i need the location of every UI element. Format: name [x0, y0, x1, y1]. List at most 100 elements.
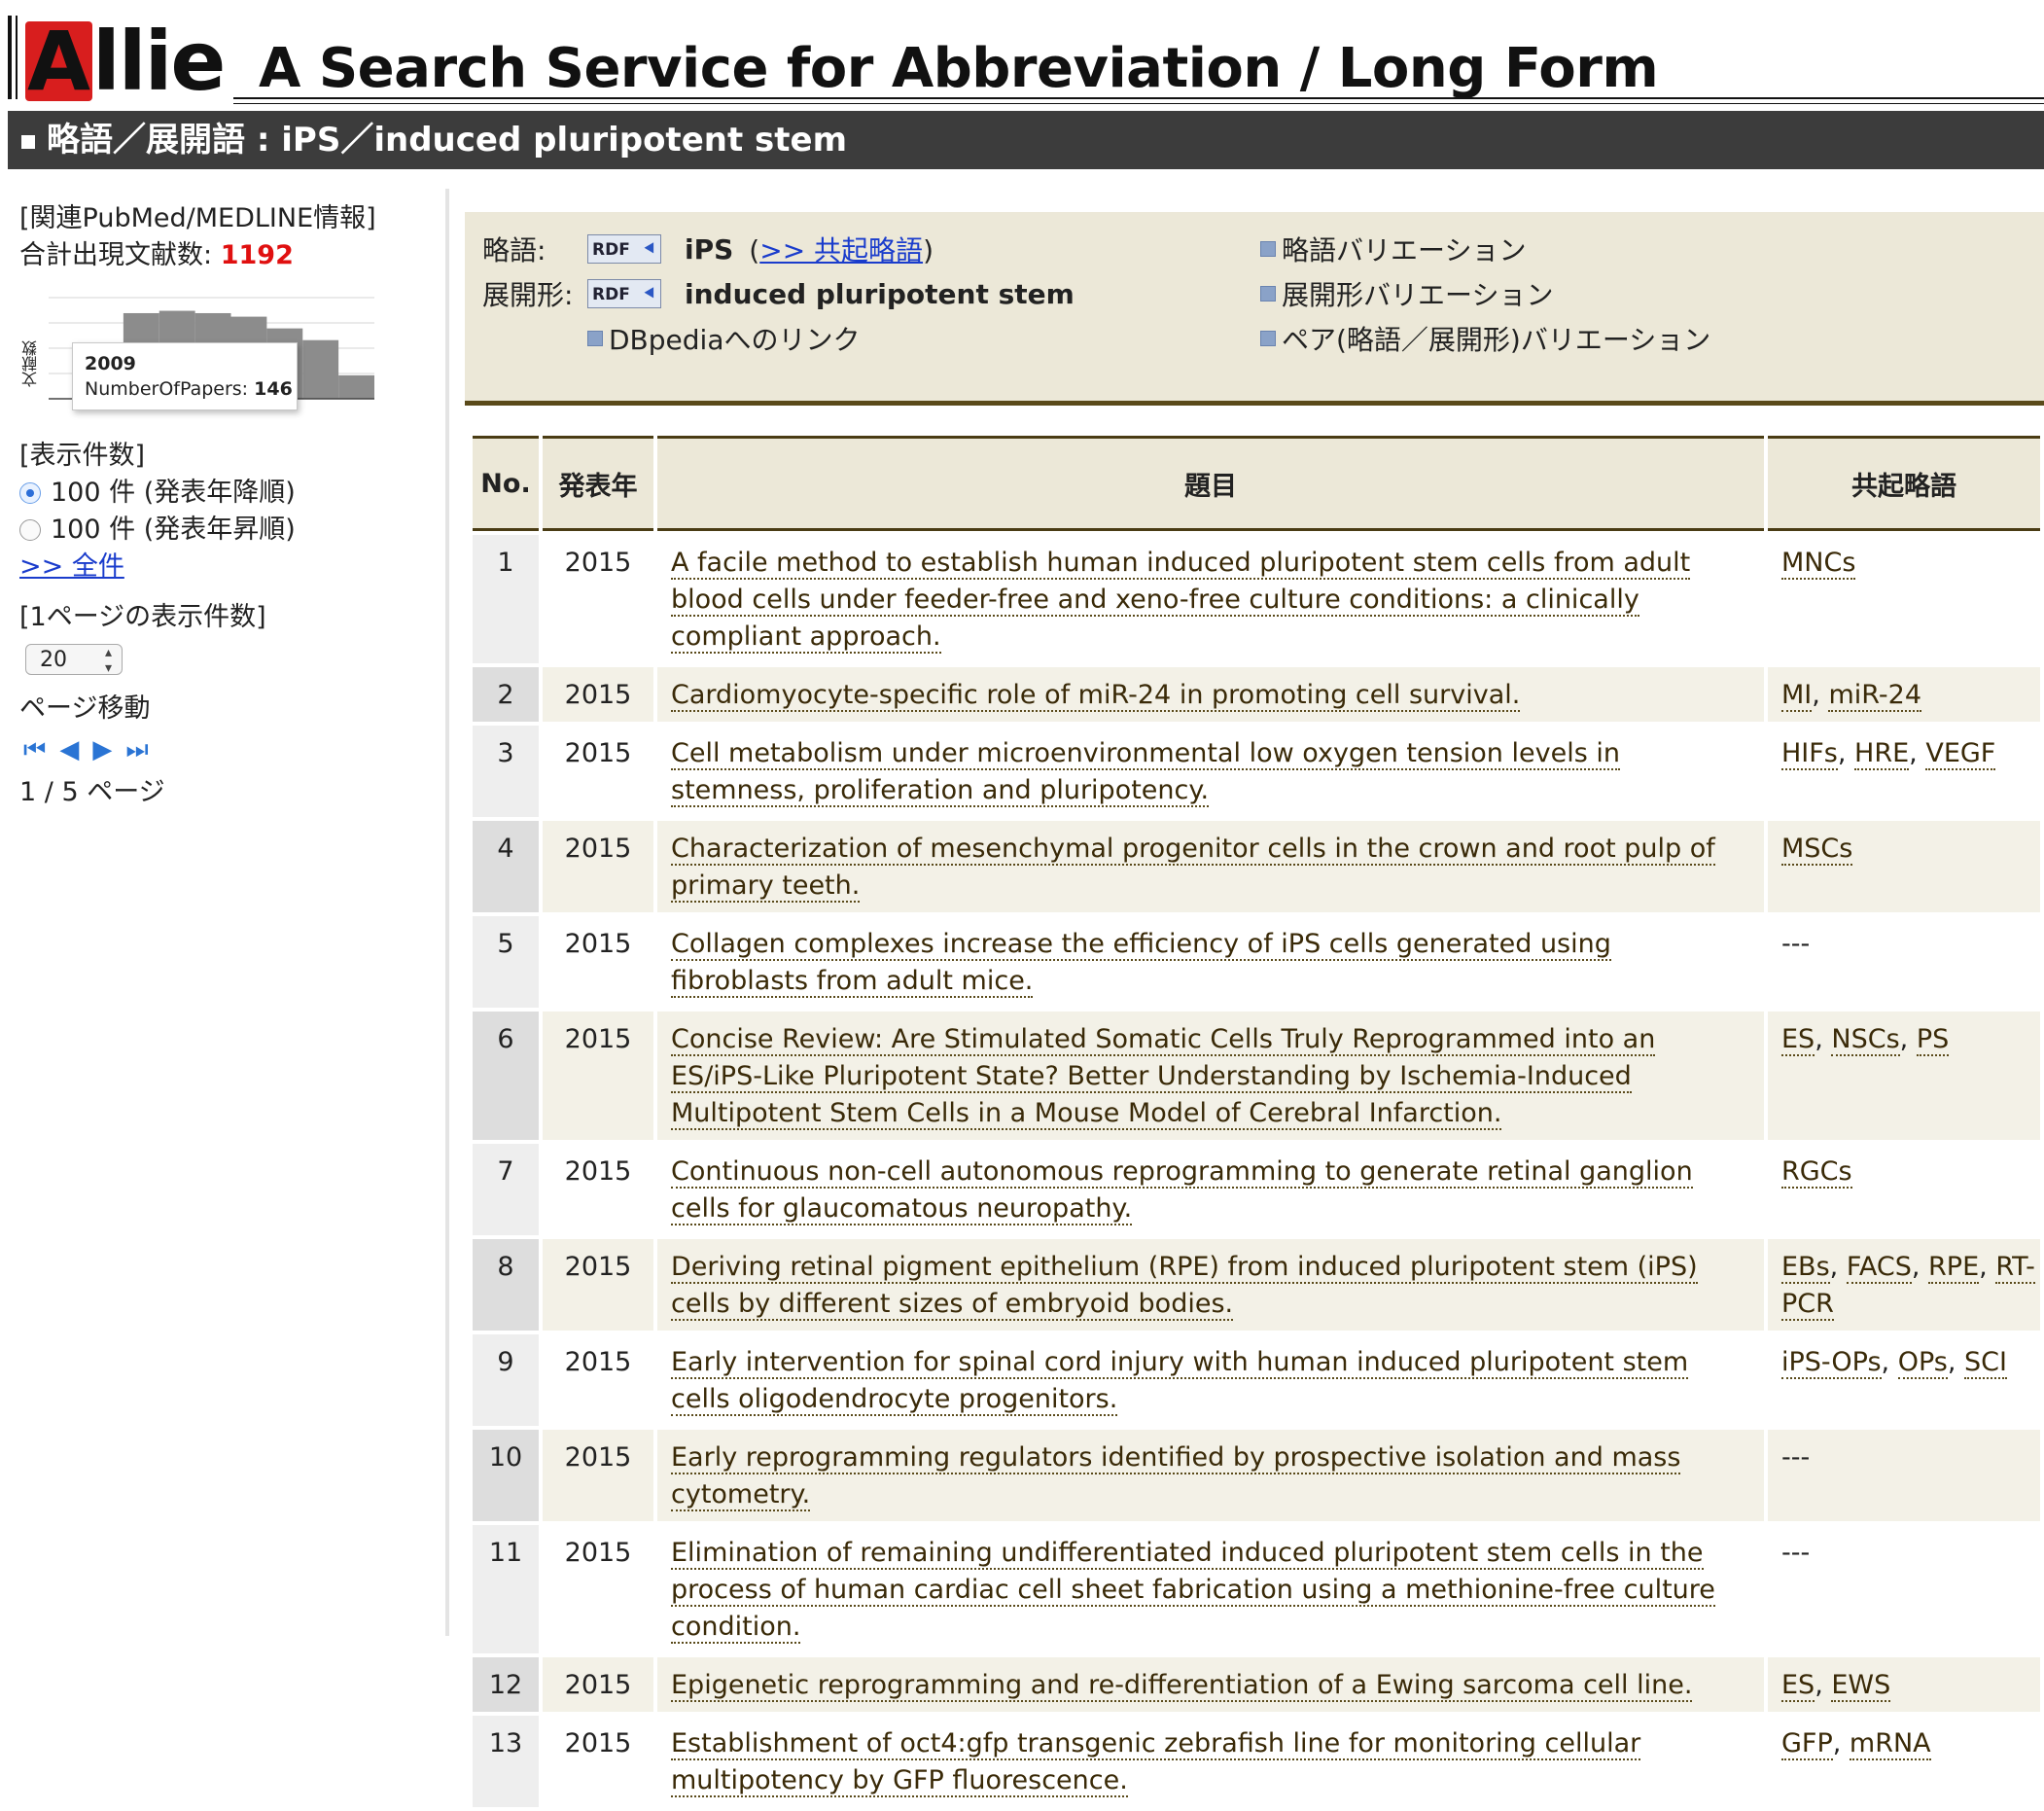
paper-title-link[interactable]: Characterization of mesenchymal progenit… [671, 834, 1715, 903]
cell-year: 2015 [543, 1430, 653, 1521]
per-page-value: 20 [40, 648, 67, 672]
logo-text: llie [92, 14, 226, 109]
paper-title-link[interactable]: Early intervention for spinal cord injur… [671, 1347, 1689, 1416]
cell-title: A facile method to establish human induc… [657, 535, 1764, 663]
cooccur-abbr-link[interactable]: ES [1781, 1024, 1815, 1056]
cell-year: 2015 [564, 1347, 632, 1377]
table-row: 5 2015 Collagen complexes increase the eff… [473, 916, 2040, 1008]
dbpedia-label: DBpediaへのリンク [609, 324, 861, 356]
prev-page-icon[interactable]: ◀ [59, 735, 79, 764]
cell-cooccur-abbrs: HIFs, HRE, VEGF [1781, 738, 1996, 770]
paper-title-link[interactable]: Concise Review: Are Stimulated Somatic C… [671, 1024, 1656, 1130]
site-title: A Search Service for Abbreviation / Long… [259, 37, 1659, 100]
cell-title: Early intervention for spinal cord injur… [657, 1334, 1764, 1426]
cooccur-abbr-link[interactable]: FACS [1846, 1252, 1912, 1284]
longform-row: 展開形: RDF induced pluripotent stem [482, 274, 1075, 313]
cell-year: 2015 [543, 667, 653, 722]
cooccur-link[interactable]: >> 共起略語 [759, 234, 923, 266]
cooccur-abbr-link[interactable]: ES [1781, 1670, 1815, 1702]
cooccur-abbr-link[interactable]: NSCs [1831, 1024, 1900, 1056]
table-body: 1 2015 A facile method to establish human … [473, 535, 2040, 1807]
paper-title-link[interactable]: A facile method to establish human induc… [671, 548, 1691, 654]
tooltip-value: 146 [254, 378, 293, 400]
paper-title-link[interactable]: Deriving retinal pigment epithelium (RPE… [671, 1252, 1698, 1321]
header-rule [233, 103, 2044, 104]
logo-letter: A [25, 14, 93, 109]
cooccur-abbr-link[interactable]: EWS [1831, 1670, 1891, 1702]
cell-title: Deriving retinal pigment epithelium (RPE… [657, 1239, 1764, 1331]
last-page-icon[interactable]: ⏭ [125, 735, 148, 764]
show-all-link[interactable]: >> 全件 [19, 551, 124, 582]
term-info-box: 略語: RDF iPS (>> 共起略語) 展開形: RDF induced p… [465, 212, 2044, 406]
tooltip-metric-label: NumberOfPapers: [85, 378, 249, 400]
paper-title-link[interactable]: Early reprogramming regulators identifie… [671, 1442, 1681, 1511]
cooccur-abbr-link[interactable]: EBs [1781, 1252, 1830, 1284]
cell-title: Cardiomyocyte-specific role of miR-24 in… [657, 667, 1764, 722]
paper-title-link[interactable]: Collagen complexes increase the efficien… [671, 929, 1611, 998]
cooccur-abbr-link[interactable]: iPS-OPs [1781, 1347, 1882, 1379]
next-page-icon[interactable]: ▶ [92, 735, 112, 764]
sort-desc-label: 100 件 (発表年降順) [51, 478, 296, 508]
cell-no: 7 [473, 1144, 539, 1235]
radio-unchecked-icon[interactable] [19, 519, 41, 541]
first-page-icon[interactable]: ⏮ [23, 735, 46, 764]
chart-bar[interactable] [302, 339, 339, 399]
abbr-variation-link[interactable]: 略語バリエーション [1260, 230, 1526, 268]
rdf-icon[interactable]: RDF [587, 234, 661, 265]
cell-no: 13 [473, 1716, 539, 1807]
sort-asc-option[interactable]: 100 件 (発表年昇順) [19, 512, 438, 549]
cooccur-abbr-link[interactable]: SCI [1964, 1347, 2007, 1379]
cell-cooccur-abbrs: MNCs [1768, 535, 2040, 663]
cell-cooccur-abbrs: MI, miR-24 [1768, 667, 2040, 722]
radio-checked-icon[interactable] [19, 482, 41, 504]
cooccur-abbr-link[interactable]: MI [1781, 680, 1813, 712]
abbr-variation-label: 略語バリエーション [1282, 234, 1527, 266]
paper-title-link[interactable]: Epigenetic reprogramming and re-differen… [671, 1670, 1693, 1702]
cooccur-abbr-link[interactable]: HRE [1854, 738, 1910, 770]
longform-variation-link[interactable]: 展開形バリエーション [1260, 274, 1553, 313]
square-bullet-icon [1260, 286, 1276, 302]
cell-no: 8 [473, 1239, 539, 1331]
cooccur-abbr-link[interactable]: MNCs [1781, 548, 1856, 580]
cell-no: 5 [473, 916, 539, 1008]
per-page-select[interactable]: 20 ▴ ▾ [25, 644, 123, 676]
total-count: 1192 [220, 240, 294, 270]
cooccur-abbr-link[interactable]: miR-24 [1828, 680, 1922, 712]
dbpedia-link[interactable]: DBpediaへのリンク [587, 319, 860, 358]
allie-logo[interactable]: Allie [25, 14, 226, 109]
sort-desc-option[interactable]: 100 件 (発表年降順) [19, 475, 438, 512]
cooccur-abbr-link[interactable]: VEGF [1925, 738, 1996, 770]
cell-no: 10 [473, 1430, 539, 1521]
col-header-no: No. [473, 436, 539, 531]
results-table: No. 発表年 題目 共起略語 1 2015 A facile method to … [469, 432, 2044, 1811]
table-row: 8 2015 Deriving retinal pigment epithelium… [473, 1239, 2040, 1331]
site-header: Allie A Search Service for Abbreviation … [0, 0, 2044, 109]
table-row: 7 2015 Continuous non-cell autonomous repr… [473, 1144, 2040, 1235]
cooccur-abbr-link[interactable]: MSCs [1781, 834, 1853, 866]
paper-title-link[interactable]: Continuous non-cell autonomous reprogram… [671, 1156, 1693, 1225]
table-row: 1 2015 A facile method to establish human … [473, 535, 2040, 663]
cooccur-abbr-link[interactable]: OPs [1897, 1347, 1948, 1379]
pubmed-label: [関連PubMed/MEDLINE情報] [19, 203, 376, 233]
cooccur-abbr-link[interactable]: RPE [1928, 1252, 1980, 1284]
cooccur-abbr-link[interactable]: mRNA [1849, 1728, 1931, 1760]
paper-title-link[interactable]: Cell metabolism under microenvironmental… [671, 738, 1620, 807]
paper-title-link[interactable]: Cardiomyocyte-specific role of miR-24 in… [671, 680, 1521, 712]
cell-cooccur-abbrs: --- [1768, 1430, 2040, 1521]
cooccur-wrap: (>> 共起略語) [749, 234, 934, 266]
cooccur-abbr-link[interactable]: HIFs [1781, 738, 1838, 770]
pair-variation-link[interactable]: ペア(略語／展開形)バリエーション [1260, 319, 1710, 358]
papers-per-year-chart[interactable]: 文献数 2009 NumberOfPapers: 146 [19, 292, 389, 418]
table-row: 3 2015 Cell metabolism under microenvironm… [473, 726, 2040, 817]
rdf-icon[interactable]: RDF [587, 279, 661, 309]
cooccur-abbr-link[interactable]: GFP [1781, 1728, 1833, 1760]
chart-bar[interactable] [338, 374, 374, 399]
cell-no: 1 [473, 535, 539, 663]
cooccur-abbr-link[interactable]: RGCs [1781, 1156, 1852, 1189]
table-row: 11 2015 Elimination of remaining undiffere… [473, 1525, 2040, 1653]
cooccur-abbr-link[interactable]: PS [1916, 1024, 1950, 1056]
paper-title-link[interactable]: Establishment of oct4:gfp transgenic zeb… [671, 1728, 1641, 1797]
paper-title-link[interactable]: Elimination of remaining undifferentiate… [671, 1538, 1715, 1644]
cell-year: 2015 [543, 821, 653, 912]
tooltip-metric: NumberOfPapers: 146 [85, 378, 293, 400]
